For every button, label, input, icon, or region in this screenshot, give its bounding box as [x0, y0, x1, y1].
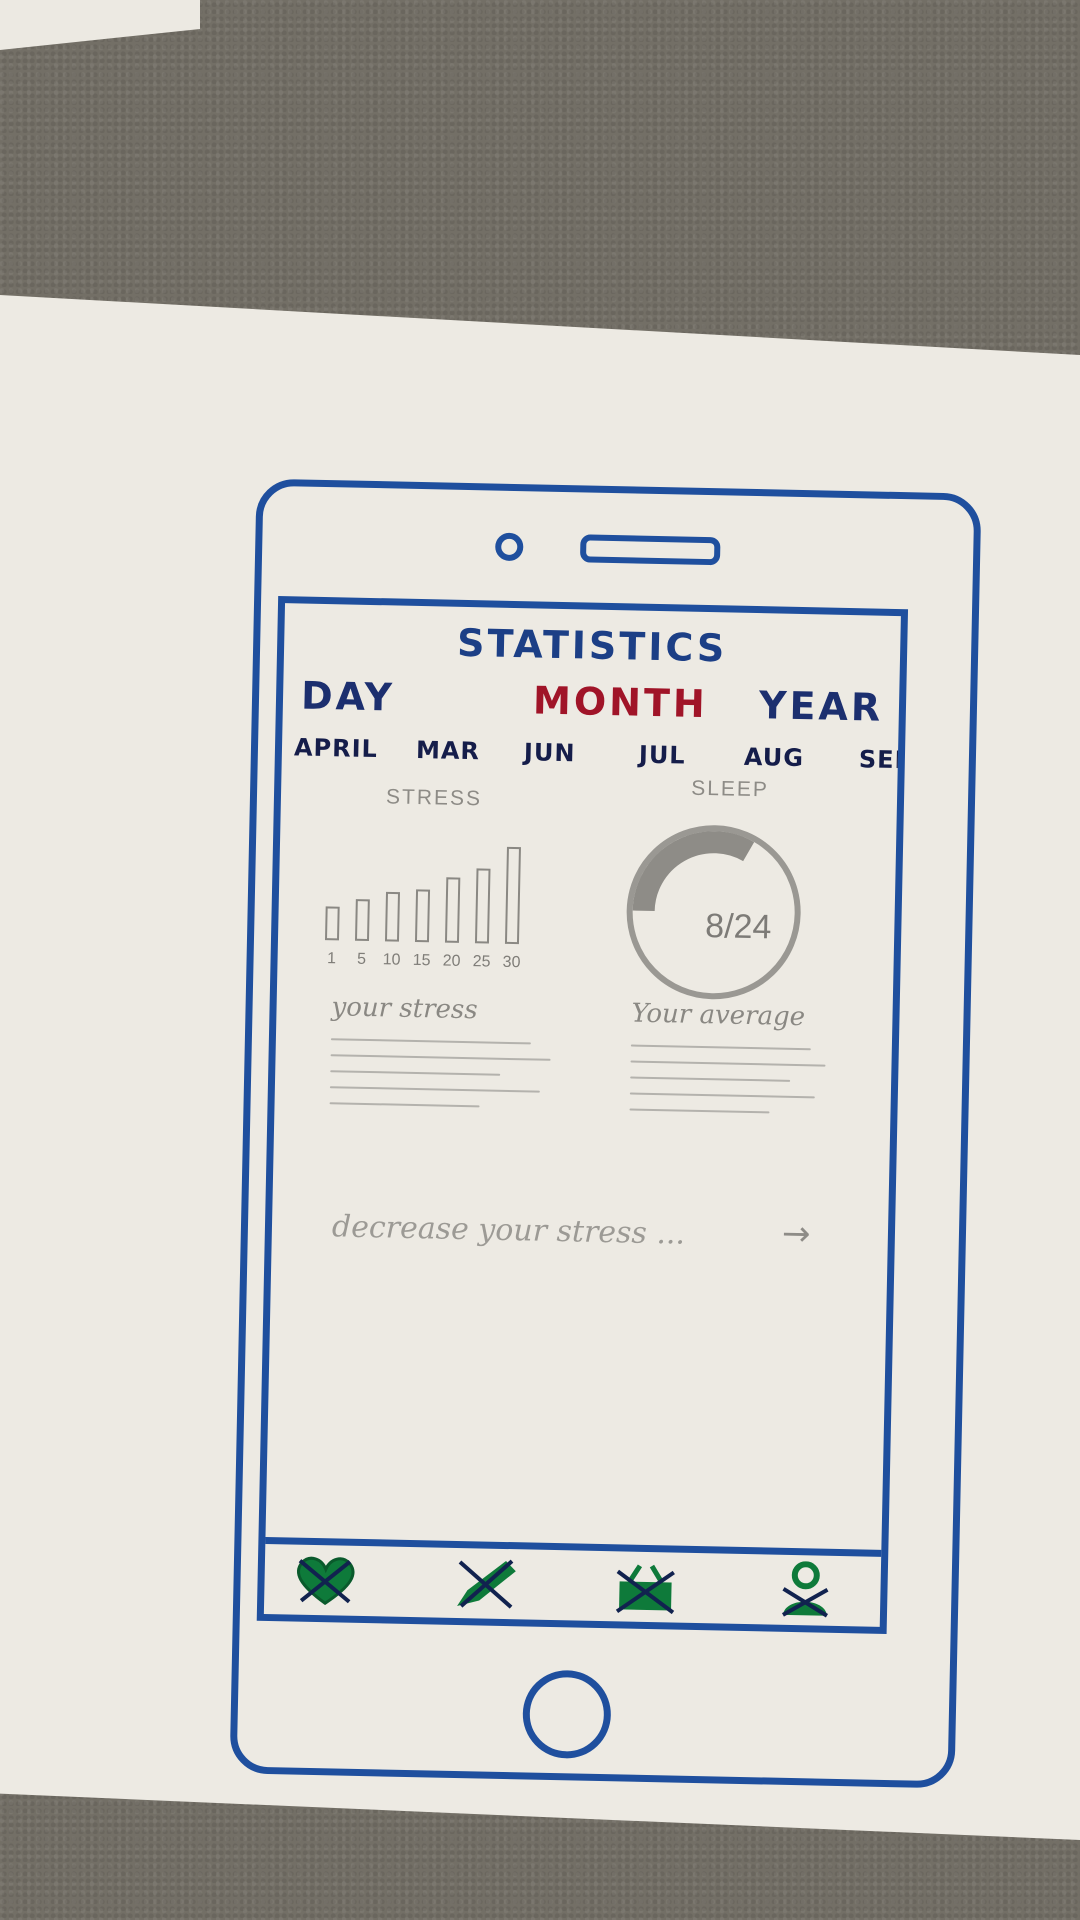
stress-tick-label: 25: [472, 953, 490, 970]
basket-icon[interactable]: [609, 1557, 682, 1616]
sleep-label: SLEEP: [691, 776, 770, 802]
sleep-value: 8/24: [704, 907, 772, 947]
arrow-right-icon[interactable]: →: [782, 1214, 811, 1255]
sleep-text-placeholder: [629, 1031, 831, 1129]
month-item[interactable]: APRIL: [294, 733, 378, 763]
stress-text-placeholder: [329, 1024, 561, 1123]
period-tabs: DAY MONTH YEAR: [301, 674, 890, 734]
stress-bar: [384, 891, 401, 942]
speaker-icon: [579, 534, 721, 566]
pencil-icon[interactable]: [449, 1554, 522, 1613]
stress-bar: [414, 889, 431, 943]
month-item[interactable]: MAR: [416, 736, 481, 765]
app-screen: STATISTICS DAY MONTH YEAR APRIL MAR JUN …: [256, 596, 909, 1634]
stress-bar: [354, 899, 370, 942]
stress-bar-chart: 1 5 10 15 20 25 30: [324, 846, 521, 971]
month-item[interactable]: SEP: [859, 745, 899, 774]
stress-tick-label: 20: [442, 953, 460, 970]
stress-bar: [324, 906, 340, 941]
heart-icon[interactable]: [289, 1550, 362, 1609]
stress-tick-label: 1: [327, 950, 336, 967]
stress-tick-label: 30: [502, 954, 520, 971]
sleep-caption: Your average: [631, 998, 806, 1033]
tab-day[interactable]: DAY: [301, 674, 396, 720]
month-item[interactable]: JUL: [639, 741, 686, 770]
stress-tick-label: 5: [357, 951, 366, 968]
stress-bar: [474, 868, 491, 944]
stress-tick-label: 15: [413, 952, 431, 969]
stress-caption: your stress: [331, 992, 478, 1026]
page-title: STATISTICS: [456, 620, 728, 671]
person-icon[interactable]: [769, 1561, 842, 1620]
bottom-tab-bar: [263, 1536, 882, 1627]
camera-icon: [494, 532, 524, 562]
home-button[interactable]: [521, 1669, 612, 1760]
decrease-stress-link[interactable]: decrease your stress ...: [332, 1209, 686, 1251]
month-item[interactable]: JUN: [524, 738, 576, 767]
tab-year[interactable]: YEAR: [759, 683, 884, 730]
tab-month[interactable]: MONTH: [533, 678, 709, 726]
month-selector: APRIL MAR JUN JUL AUG SEP: [294, 733, 899, 780]
stress-label: STRESS: [385, 785, 483, 811]
stress-bar: [444, 877, 461, 943]
stress-tick-label: 10: [383, 951, 401, 968]
month-item[interactable]: AUG: [744, 743, 805, 772]
stress-bar: [504, 846, 521, 945]
phone-frame: STATISTICS DAY MONTH YEAR APRIL MAR JUN …: [229, 478, 982, 1789]
